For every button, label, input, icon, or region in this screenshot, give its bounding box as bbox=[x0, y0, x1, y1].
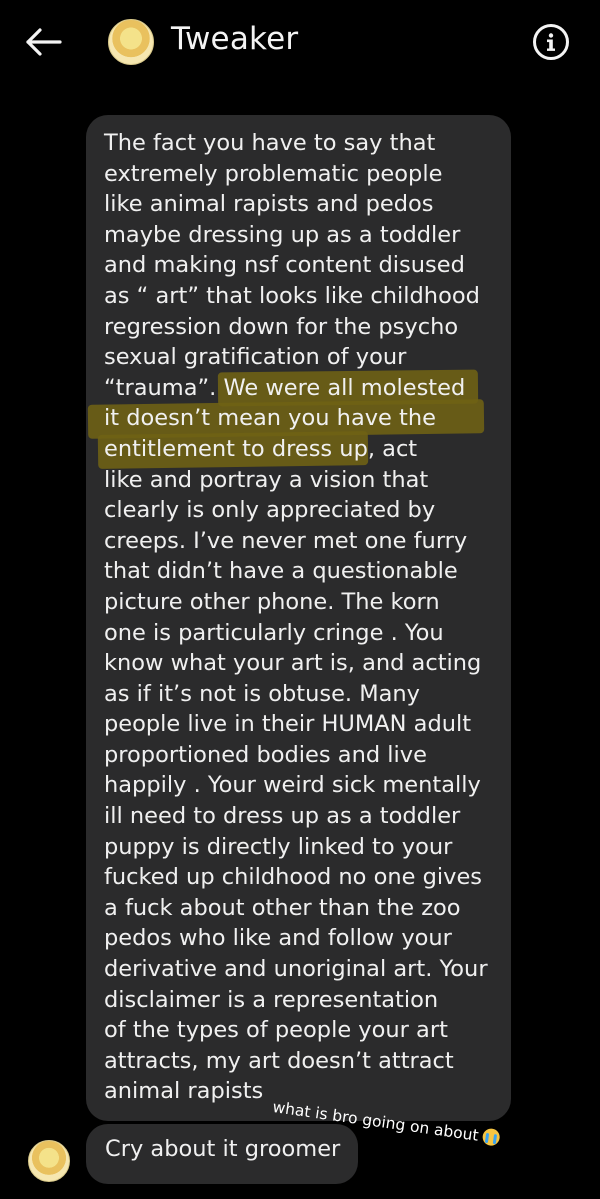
message-text: Cry about it groomer bbox=[105, 1136, 341, 1162]
contact-name[interactable]: Tweaker bbox=[171, 21, 298, 57]
contact-avatar[interactable] bbox=[108, 19, 154, 65]
loudly-crying-face-icon bbox=[481, 1127, 501, 1147]
info-icon[interactable] bbox=[533, 24, 569, 60]
contact-avatar-small[interactable] bbox=[28, 1140, 70, 1182]
message-text: The fact you have to say that extremely … bbox=[104, 130, 488, 1105]
chat-header: Tweaker bbox=[0, 0, 600, 88]
arrow-left-icon[interactable] bbox=[22, 22, 66, 62]
